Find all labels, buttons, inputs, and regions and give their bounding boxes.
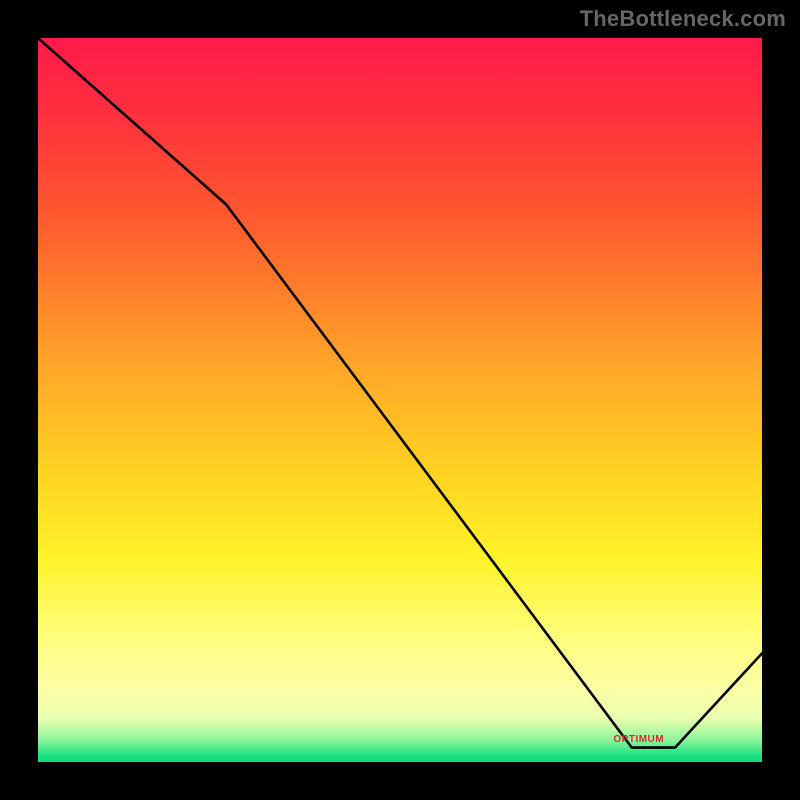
plot-area: OPTIMUM [38, 38, 762, 762]
chart-stage: TheBottleneck.com OPTIMUM [0, 0, 800, 800]
minimum-marker-label: OPTIMUM [613, 734, 664, 745]
bottleneck-curve-path [38, 38, 762, 748]
curve-layer [38, 38, 762, 762]
watermark-text: TheBottleneck.com [580, 6, 786, 32]
